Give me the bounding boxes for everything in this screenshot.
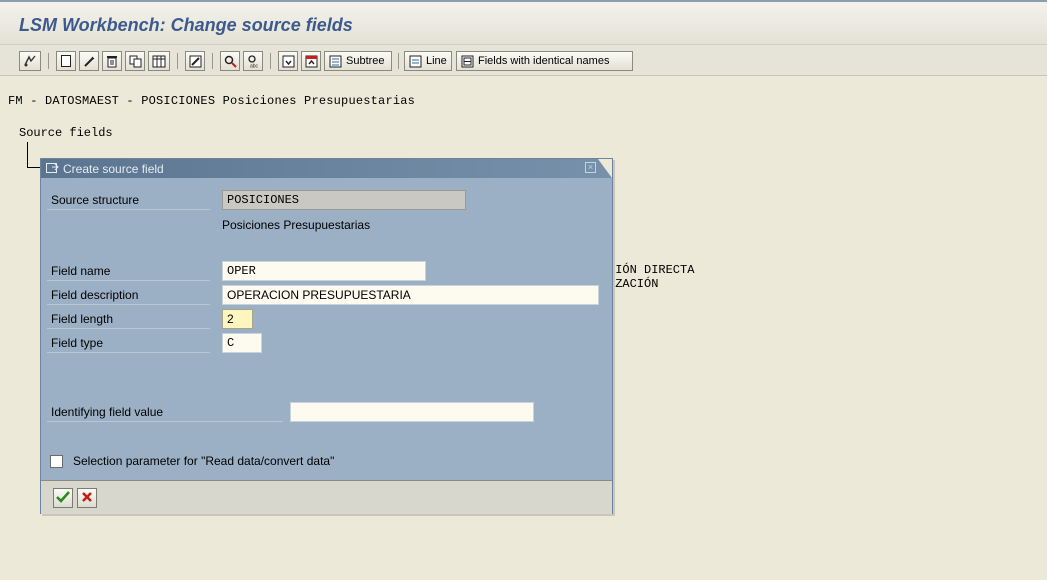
identical-names-icon	[461, 55, 474, 68]
dialog-corner	[598, 159, 612, 178]
field-name-input[interactable]: OPER	[222, 261, 426, 281]
field-length-label: Field length	[47, 309, 210, 329]
fields-identical-names-button[interactable]: Fields with identical names	[456, 51, 633, 71]
selection-parameter-label[interactable]: Selection parameter for "Read data/conve…	[73, 454, 334, 468]
field-description-input[interactable]: OPERACION PRESUPUESTARIA	[222, 285, 599, 305]
checkmark-icon	[56, 490, 70, 506]
source-structure-label: Source structure	[47, 190, 210, 210]
field-type-label: Field type	[47, 333, 210, 353]
field-length-input[interactable]: 2	[222, 309, 253, 329]
header-line: FM - DATOSMAEST - POSICIONES Posiciones …	[8, 94, 416, 108]
cancel-button[interactable]	[77, 488, 97, 508]
cancel-x-icon	[81, 491, 93, 506]
subtree-label: Subtree	[346, 55, 385, 67]
subtree-button[interactable]: Subtree	[324, 51, 392, 71]
identifying-value-input[interactable]	[290, 402, 534, 422]
background-text-fragment: CIÓN DIRECTA	[608, 263, 695, 277]
line-icon	[409, 55, 422, 68]
line-label: Line	[426, 55, 447, 67]
field-description-label: Field description	[47, 285, 210, 305]
find-icon[interactable]	[220, 51, 240, 71]
close-icon[interactable]: ×	[585, 162, 596, 173]
table-icon[interactable]	[148, 51, 170, 71]
display-change-icon[interactable]	[19, 51, 41, 71]
confirm-button[interactable]	[53, 488, 73, 508]
field-name-label: Field name	[47, 261, 210, 281]
create-source-field-dialog: Create source field × Source structure P…	[40, 158, 613, 514]
collapse-icon[interactable]	[301, 51, 321, 71]
source-structure-field: POSICIONES	[222, 190, 466, 210]
dialog-icon	[46, 163, 59, 177]
edit-icon[interactable]	[185, 51, 205, 71]
title-bar: LSM Workbench: Change source fields	[0, 0, 1047, 44]
identifying-value-label: Identifying field value	[47, 402, 283, 422]
dialog-body: Source structure POSICIONES Posiciones P…	[44, 182, 608, 479]
copy-icon[interactable]	[125, 51, 145, 71]
change-icon[interactable]	[79, 51, 99, 71]
expand-icon[interactable]	[278, 51, 298, 71]
selection-parameter-checkbox[interactable]	[50, 455, 63, 468]
subtree-icon	[329, 55, 342, 68]
field-type-input[interactable]: C	[222, 333, 262, 353]
window-title: LSM Workbench: Change source fields	[19, 15, 353, 35]
source-structure-description: Posiciones Presupuestarias	[222, 218, 371, 232]
dialog-footer	[41, 480, 612, 514]
line-button[interactable]: Line	[404, 51, 452, 71]
create-icon[interactable]	[56, 51, 76, 71]
application-toolbar: abc Subtree Line Fields with identical n…	[0, 44, 1047, 76]
svg-text:abc: abc	[250, 63, 259, 68]
find-next-icon[interactable]: abc	[243, 51, 263, 71]
tree-root-source-fields[interactable]: Source fields	[19, 126, 113, 140]
identical-names-label: Fields with identical names	[478, 55, 610, 67]
dialog-title: Create source field	[63, 162, 164, 176]
tree-connector-horizontal	[27, 167, 41, 168]
delete-icon[interactable]	[102, 51, 122, 71]
tree-connector	[27, 142, 28, 168]
dialog-titlebar[interactable]: Create source field ×	[41, 159, 612, 178]
background-text-fragment: IZACIÓN	[608, 277, 659, 291]
